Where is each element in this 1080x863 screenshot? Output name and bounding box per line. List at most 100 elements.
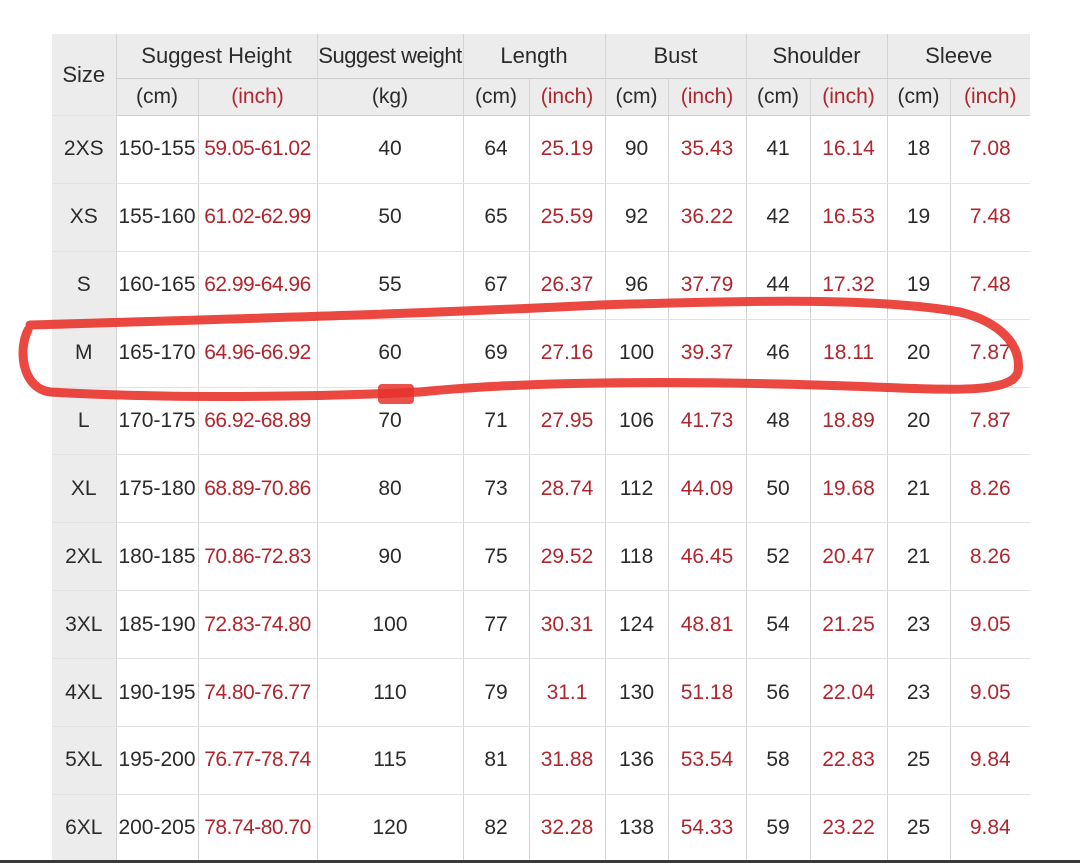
- header-size: Size: [52, 34, 117, 116]
- cell-bust-inch: 41.73: [668, 387, 747, 456]
- cell-shoulder-cm: 54: [746, 590, 811, 660]
- cell-length-cm: 71: [463, 387, 530, 456]
- cell-shoulder-inch: 16.14: [810, 115, 888, 184]
- header-suggest-weight: Suggest weight: [317, 34, 464, 79]
- header-sleeve: Sleeve: [887, 34, 1031, 79]
- unit-length-cm: (cm): [463, 78, 530, 116]
- cell-sleeve-cm: 19: [887, 183, 951, 252]
- cell-weight-kg: 60: [317, 319, 464, 388]
- unit-shoulder-inch: (inch): [810, 78, 888, 116]
- cell-sleeve-cm: 25: [887, 794, 951, 863]
- cell-length-inch: 29.52: [529, 522, 606, 592]
- cell-height-cm: 200-205: [116, 794, 199, 863]
- cell-sleeve-inch: 7.87: [950, 387, 1031, 456]
- cell-sleeve-cm: 23: [887, 590, 951, 660]
- unit-shoulder-cm: (cm): [746, 78, 811, 116]
- cell-length-inch: 31.1: [529, 658, 606, 728]
- cell-height-cm: 190-195: [116, 658, 199, 728]
- table-row: 3XL 185-190 72.83-74.80 100 77 30.31 124 48.81 5…: [52, 590, 1031, 660]
- cell-shoulder-cm: 41: [746, 115, 811, 184]
- cell-bust-inch: 36.22: [668, 183, 747, 252]
- cell-weight-kg: 110: [317, 658, 464, 728]
- cell-bust-inch: 53.54: [668, 726, 747, 795]
- cell-shoulder-inch: 22.83: [810, 726, 888, 795]
- unit-length-inch: (inch): [529, 78, 606, 116]
- cell-bust-cm: 138: [605, 794, 669, 863]
- cell-length-inch: 25.59: [529, 183, 606, 252]
- cell-length-inch: 26.37: [529, 251, 606, 320]
- cell-sleeve-inch: 7.48: [950, 183, 1031, 252]
- cell-shoulder-inch: 16.53: [810, 183, 888, 252]
- cell-height-inch: 61.02-62.99: [198, 183, 318, 252]
- cell-bust-cm: 130: [605, 658, 669, 728]
- cell-length-cm: 67: [463, 251, 530, 320]
- cell-height-cm: 165-170: [116, 319, 199, 388]
- cell-length-cm: 79: [463, 658, 530, 728]
- cell-shoulder-cm: 50: [746, 454, 811, 524]
- cell-length-cm: 75: [463, 522, 530, 592]
- cell-shoulder-inch: 22.04: [810, 658, 888, 728]
- cell-shoulder-cm: 42: [746, 183, 811, 252]
- header-row: Size Suggest Height Suggest weight Lengt…: [52, 34, 1031, 116]
- cell-weight-kg: 90: [317, 522, 464, 592]
- cell-length-cm: 69: [463, 319, 530, 388]
- unit-bust-inch: (inch): [668, 78, 747, 116]
- cell-length-inch: 25.19: [529, 115, 606, 184]
- cell-weight-kg: 70: [317, 387, 464, 456]
- cell-height-cm: 185-190: [116, 590, 199, 660]
- cell-shoulder-cm: 59: [746, 794, 811, 863]
- cell-sleeve-cm: 21: [887, 522, 951, 592]
- cell-length-cm: 81: [463, 726, 530, 795]
- cell-length-cm: 82: [463, 794, 530, 863]
- cell-bust-inch: 39.37: [668, 319, 747, 388]
- cell-bust-cm: 124: [605, 590, 669, 660]
- cell-size: M: [52, 319, 117, 388]
- cell-height-cm: 155-160: [116, 183, 199, 252]
- cell-bust-inch: 46.45: [668, 522, 747, 592]
- unit-sleeve-inch: (inch): [950, 78, 1031, 116]
- cell-sleeve-inch: 9.05: [950, 590, 1031, 660]
- cell-height-inch: 78.74-80.70: [198, 794, 318, 863]
- cell-bust-cm: 118: [605, 522, 669, 592]
- cell-sleeve-inch: 8.26: [950, 454, 1031, 524]
- unit-row: (cm) (inch) (kg) (cm) (inch) (cm) (inch)…: [52, 78, 1031, 116]
- cell-shoulder-inch: 23.22: [810, 794, 888, 863]
- cell-height-cm: 150-155: [116, 115, 199, 184]
- cell-shoulder-cm: 44: [746, 251, 811, 320]
- cell-shoulder-inch: 18.11: [810, 319, 888, 388]
- cell-size: 6XL: [52, 794, 117, 863]
- header-bust: Bust: [605, 34, 747, 79]
- cell-height-inch: 68.89-70.86: [198, 454, 318, 524]
- cell-length-inch: 28.74: [529, 454, 606, 524]
- cell-shoulder-inch: 18.89: [810, 387, 888, 456]
- cell-weight-kg: 115: [317, 726, 464, 795]
- unit-height-cm: (cm): [116, 78, 199, 116]
- cell-size: L: [52, 387, 117, 456]
- cell-height-cm: 170-175: [116, 387, 199, 456]
- cell-bust-cm: 96: [605, 251, 669, 320]
- cell-size: 2XL: [52, 522, 117, 592]
- cell-height-inch: 59.05-61.02: [198, 115, 318, 184]
- cell-shoulder-inch: 20.47: [810, 522, 888, 592]
- cell-height-inch: 76.77-78.74: [198, 726, 318, 795]
- cell-shoulder-inch: 17.32: [810, 251, 888, 320]
- cell-shoulder-inch: 21.25: [810, 590, 888, 660]
- cell-sleeve-inch: 7.48: [950, 251, 1031, 320]
- cell-length-inch: 30.31: [529, 590, 606, 660]
- cell-bust-inch: 37.79: [668, 251, 747, 320]
- cell-bust-cm: 112: [605, 454, 669, 524]
- cell-shoulder-cm: 56: [746, 658, 811, 728]
- cell-sleeve-inch: 7.08: [950, 115, 1031, 184]
- cell-bust-cm: 100: [605, 319, 669, 388]
- cell-bust-inch: 44.09: [668, 454, 747, 524]
- table-row: M 165-170 64.96-66.92 60 69 27.16 100 39.37 46 18…: [52, 319, 1031, 388]
- cell-shoulder-cm: 48: [746, 387, 811, 456]
- cell-sleeve-inch: 9.84: [950, 794, 1031, 863]
- cell-shoulder-inch: 19.68: [810, 454, 888, 524]
- table-row: 4XL 190-195 74.80-76.77 110 79 31.1 130 51.18 56…: [52, 658, 1031, 728]
- cell-sleeve-inch: 7.87: [950, 319, 1031, 388]
- cell-bust-inch: 51.18: [668, 658, 747, 728]
- size-chart-table: Size Suggest Height Suggest weight Lengt…: [52, 34, 1031, 863]
- cell-length-inch: 27.95: [529, 387, 606, 456]
- cell-height-inch: 66.92-68.89: [198, 387, 318, 456]
